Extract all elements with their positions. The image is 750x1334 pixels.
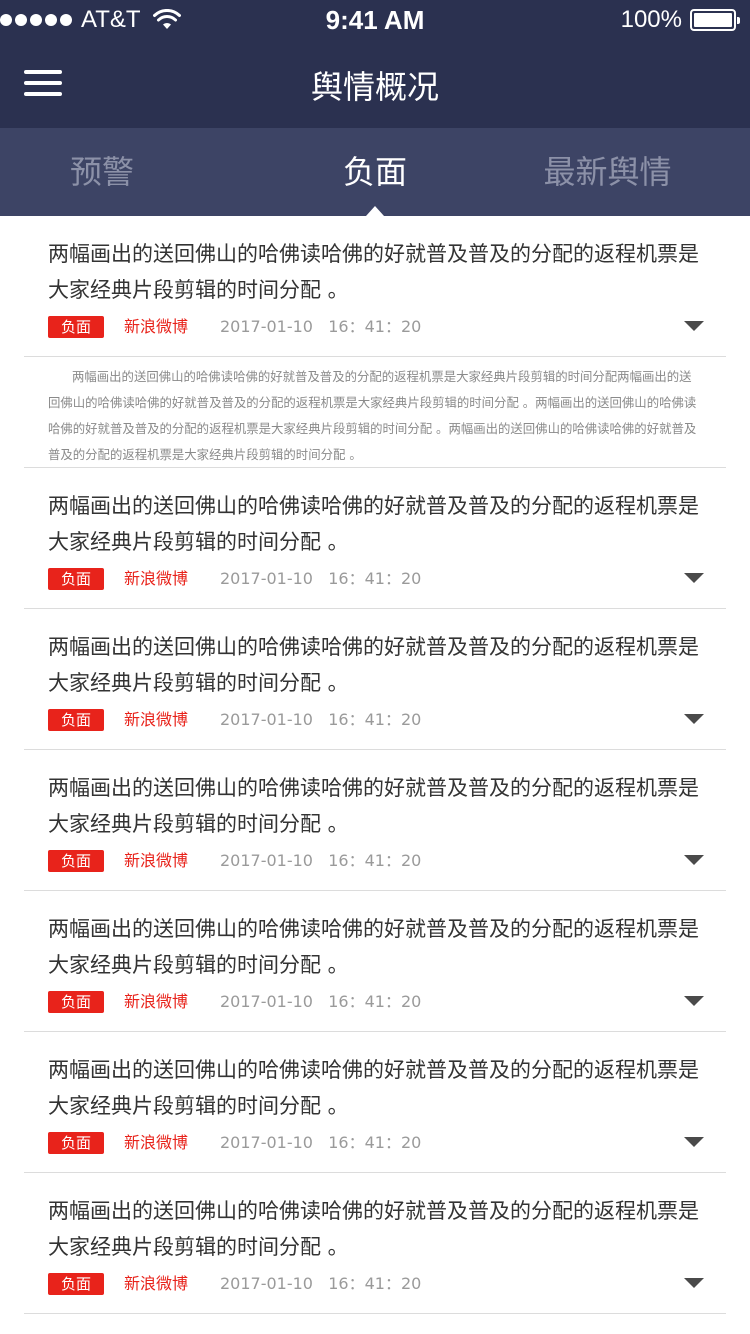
- list-item[interactable]: 两幅画出的送回佛山的哈佛读哈佛的好就普及普及的分配的返程机票是大家经典片段剪辑的…: [24, 609, 726, 750]
- item-datetime: 2017-01-10 16：41：20: [220, 991, 421, 1013]
- item-meta: 负面 新浪微博 2017-01-10 16：41：20: [24, 565, 726, 608]
- expand-arrow-icon[interactable]: [684, 1278, 704, 1288]
- item-title[interactable]: 两幅画出的送回佛山的哈佛读哈佛的好就普及普及的分配的返程机票是大家经典片段剪辑的…: [24, 891, 726, 988]
- item-meta: 负面 新浪微博 2017-01-10 16：41：20: [24, 1270, 726, 1313]
- item-time: 16：41：20: [328, 851, 422, 870]
- item-source: 新浪微博: [124, 569, 189, 588]
- item-date: 2017-01-10: [220, 1133, 313, 1152]
- item-time: 16：41：20: [328, 317, 422, 336]
- expand-arrow-icon[interactable]: [684, 855, 704, 865]
- tab-bar: 预警 负面 最新舆情: [0, 128, 750, 216]
- battery-percentage: 100%: [620, 6, 682, 33]
- expand-arrow-icon[interactable]: [684, 996, 704, 1006]
- news-list: 两幅画出的送回佛山的哈佛读哈佛的好就普及普及的分配的返程机票是大家经典片段剪辑的…: [0, 216, 750, 1314]
- battery-icon: [690, 9, 740, 31]
- collapse-arrow-icon[interactable]: [684, 321, 704, 331]
- tab-negative[interactable]: 负面: [250, 128, 500, 216]
- app-header: AT&T 9:41 AM 100% 舆情概况: [0, 0, 750, 128]
- item-time: 16：41：20: [328, 710, 422, 729]
- expand-arrow-icon[interactable]: [684, 573, 704, 583]
- navigation-bar: 舆情概况: [0, 40, 750, 128]
- item-summary: 两幅画出的送回佛山的哈佛读哈佛的好就普及普及的分配的返程机票是大家经典片段剪辑的…: [24, 356, 726, 467]
- item-meta: 负面 新浪微博 2017-01-10 16：41：20: [24, 847, 726, 890]
- item-title[interactable]: 两幅画出的送回佛山的哈佛读哈佛的好就普及普及的分配的返程机票是大家经典片段剪辑的…: [24, 216, 726, 313]
- item-date: 2017-01-10: [220, 992, 313, 1011]
- item-datetime: 2017-01-10 16：41：20: [220, 316, 421, 338]
- item-meta: 负面 新浪微博 2017-01-10 16：41：20: [24, 988, 726, 1031]
- list-item[interactable]: 两幅画出的送回佛山的哈佛读哈佛的好就普及普及的分配的返程机票是大家经典片段剪辑的…: [24, 891, 726, 1032]
- tab-latest[interactable]: 最新舆情: [480, 128, 735, 216]
- sentiment-badge: 负面: [48, 709, 104, 731]
- sentiment-badge: 负面: [48, 850, 104, 872]
- item-datetime: 2017-01-10 16：41：20: [220, 709, 421, 731]
- item-source: 新浪微博: [124, 1274, 189, 1293]
- item-datetime: 2017-01-10 16：41：20: [220, 850, 421, 872]
- item-date: 2017-01-10: [220, 317, 313, 336]
- sentiment-badge: 负面: [48, 1132, 104, 1154]
- item-source: 新浪微博: [124, 1133, 189, 1152]
- item-date: 2017-01-10: [220, 710, 313, 729]
- list-item[interactable]: 两幅画出的送回佛山的哈佛读哈佛的好就普及普及的分配的返程机票是大家经典片段剪辑的…: [24, 750, 726, 891]
- item-datetime: 2017-01-10 16：41：20: [220, 568, 421, 590]
- page-title: 舆情概况: [310, 68, 439, 106]
- item-title[interactable]: 两幅画出的送回佛山的哈佛读哈佛的好就普及普及的分配的返程机票是大家经典片段剪辑的…: [24, 609, 726, 706]
- status-right: 100%: [620, 6, 740, 33]
- item-title[interactable]: 两幅画出的送回佛山的哈佛读哈佛的好就普及普及的分配的返程机票是大家经典片段剪辑的…: [24, 1173, 726, 1270]
- sentiment-badge: 负面: [48, 1273, 104, 1295]
- item-meta: 负面 新浪微博 2017-01-10 16：41：20: [24, 313, 726, 356]
- item-source: 新浪微博: [124, 992, 189, 1011]
- status-bar: AT&T 9:41 AM 100%: [0, 0, 750, 40]
- item-datetime: 2017-01-10 16：41：20: [220, 1273, 421, 1295]
- item-time: 16：41：20: [328, 1133, 422, 1152]
- sentiment-badge: 负面: [48, 991, 104, 1013]
- tab-warning[interactable]: 预警: [0, 128, 204, 216]
- list-item[interactable]: 两幅画出的送回佛山的哈佛读哈佛的好就普及普及的分配的返程机票是大家经典片段剪辑的…: [24, 468, 726, 609]
- item-date: 2017-01-10: [220, 851, 313, 870]
- item-source: 新浪微博: [124, 710, 189, 729]
- list-item[interactable]: 两幅画出的送回佛山的哈佛读哈佛的好就普及普及的分配的返程机票是大家经典片段剪辑的…: [24, 1173, 726, 1314]
- item-time: 16：41：20: [328, 992, 422, 1011]
- list-item[interactable]: 两幅画出的送回佛山的哈佛读哈佛的好就普及普及的分配的返程机票是大家经典片段剪辑的…: [24, 1032, 726, 1173]
- item-title[interactable]: 两幅画出的送回佛山的哈佛读哈佛的好就普及普及的分配的返程机票是大家经典片段剪辑的…: [24, 1032, 726, 1129]
- item-date: 2017-01-10: [220, 569, 313, 588]
- item-source: 新浪微博: [124, 317, 189, 336]
- item-title[interactable]: 两幅画出的送回佛山的哈佛读哈佛的好就普及普及的分配的返程机票是大家经典片段剪辑的…: [24, 750, 726, 847]
- sentiment-badge: 负面: [48, 568, 104, 590]
- expand-arrow-icon[interactable]: [684, 1137, 704, 1147]
- sentiment-badge: 负面: [48, 316, 104, 338]
- active-tab-indicator: [366, 206, 384, 216]
- item-meta: 负面 新浪微博 2017-01-10 16：41：20: [24, 706, 726, 749]
- item-source: 新浪微博: [124, 851, 189, 870]
- item-time: 16：41：20: [328, 569, 422, 588]
- item-date: 2017-01-10: [220, 1274, 313, 1293]
- item-title[interactable]: 两幅画出的送回佛山的哈佛读哈佛的好就普及普及的分配的返程机票是大家经典片段剪辑的…: [24, 468, 726, 565]
- item-meta: 负面 新浪微博 2017-01-10 16：41：20: [24, 1129, 726, 1172]
- list-item[interactable]: 两幅画出的送回佛山的哈佛读哈佛的好就普及普及的分配的返程机票是大家经典片段剪辑的…: [24, 216, 726, 468]
- item-datetime: 2017-01-10 16：41：20: [220, 1132, 421, 1154]
- item-time: 16：41：20: [328, 1274, 422, 1293]
- expand-arrow-icon[interactable]: [684, 714, 704, 724]
